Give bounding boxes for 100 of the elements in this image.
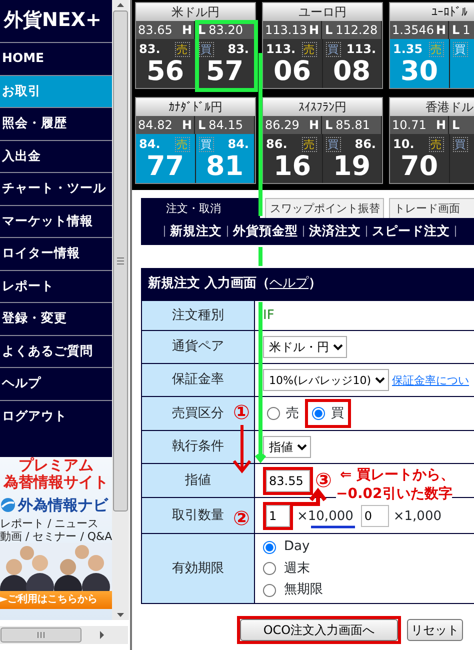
price-input[interactable]: 83.55: [266, 470, 310, 492]
form-button[interactable]: リセット: [407, 619, 463, 641]
high-label: H: [308, 117, 319, 134]
banner-text: 動画 / セミナー / Q&A: [0, 530, 112, 542]
radio-button[interactable]: [312, 407, 325, 420]
quantity-input[interactable]: 1: [266, 504, 290, 526]
buy-label: 買: [452, 42, 468, 56]
step-number: ①: [233, 402, 250, 422]
order-tab[interactable]: スワップポイント振替: [265, 198, 384, 218]
rate-tile[interactable]: ｽｲｽﾌﾗﾝ円 86.29 H L 85.81 86. 売 16 買 86. 19: [262, 97, 383, 184]
radio-button[interactable]: [267, 407, 280, 420]
price-prefix: 84.: [139, 136, 160, 153]
sell-label: 売: [428, 42, 444, 56]
low-rate: 84.15: [208, 117, 244, 134]
high-label: H: [308, 22, 319, 39]
order-menu-link[interactable]: 新規注文: [170, 222, 222, 241]
sell-label: 売: [174, 136, 190, 152]
sell-label: 売: [302, 136, 316, 152]
high-label: H: [182, 22, 192, 39]
price-pips: 77: [145, 152, 186, 182]
low-label: L: [325, 22, 333, 39]
menu-separator: ｜: [222, 223, 233, 240]
high-rate: 83.65: [138, 22, 172, 39]
price-prefix: 83.: [139, 41, 160, 58]
order-tab[interactable]: 注文・取消: [141, 198, 260, 218]
quantity-input[interactable]: 0: [361, 504, 390, 526]
high-rate: 10.71: [392, 117, 426, 134]
currency-pair-title: ﾕｰﾛﾄﾞﾙ: [390, 3, 474, 21]
help-link[interactable]: ヘルプ: [270, 276, 309, 291]
low-rate: 112.28: [336, 22, 378, 39]
currency-pair-title: ユーロ円: [263, 3, 382, 21]
annotation-arrow: [232, 425, 252, 474]
currency-pair-title: 米ドル円: [136, 3, 255, 21]
low-label: L: [452, 22, 460, 39]
field-label: 通貨ペア: [142, 330, 254, 364]
order-menu-link[interactable]: 決済注文: [309, 222, 361, 241]
highlight-frame: [195, 20, 258, 92]
buy-label: 買: [452, 136, 468, 152]
price-prefix: 83.: [228, 41, 249, 58]
price-pips: 81: [204, 152, 245, 182]
currency-pair-title: ｽｲｽﾌﾗﾝ円: [263, 98, 382, 116]
high-label: H: [182, 117, 192, 134]
price-prefix: 113.: [346, 41, 376, 58]
form-button[interactable]: OCO注文入力画面へ: [240, 619, 398, 641]
dropdown-field[interactable]: 米ドル・円: [263, 336, 347, 358]
rate-tile[interactable]: 香港ドル 10.71 H L 10. 売 70 買: [389, 97, 474, 184]
price-pips: 06: [272, 57, 312, 87]
buy-label: 買: [326, 42, 340, 56]
price-pips: 70: [399, 152, 440, 182]
radio-button[interactable]: [263, 540, 276, 554]
radio-label: Day: [284, 538, 310, 556]
price-prefix: 84.: [228, 136, 249, 153]
field-label: 指値: [142, 464, 254, 498]
globe-icon: [0, 497, 16, 514]
price-pips: 19: [332, 152, 372, 182]
low-rate: 83.20: [208, 22, 244, 39]
order-menu-link[interactable]: スピード注文: [372, 222, 450, 241]
radio-button[interactable]: [263, 584, 276, 596]
high-rate: 86.29: [265, 117, 300, 134]
step-number: ②: [233, 508, 250, 528]
banner-brand: 外為情報ナビ: [18, 495, 108, 516]
high-rate: 1.3546: [392, 22, 434, 39]
price-prefix: 10.: [393, 136, 414, 153]
price-pips: 08: [332, 57, 372, 87]
banner-headline: 為替情報サイト: [2, 474, 110, 491]
order-tab[interactable]: トレード画面: [389, 198, 474, 218]
low-label: L: [198, 22, 206, 39]
banner-ad[interactable]: プレミアム 為替情報サイト 外為情報ナビ レポート / ニュース 動画 / セミナー / Q&A ►ご利用はこちらから: [0, 457, 112, 620]
radio-button[interactable]: [263, 562, 276, 575]
unit-label: ×10,000: [297, 508, 354, 524]
buy-label: 買: [326, 136, 340, 152]
buy-quote-panel[interactable]: 買 113. 08: [322, 39, 382, 88]
order-menu-link[interactable]: 外貨預金型: [233, 222, 298, 241]
menu-separator: ｜: [298, 223, 309, 240]
rate-tile[interactable]: 米ドル円 83.65 H L 83.20 83. 売 56 買 83. 57: [135, 2, 256, 89]
rate-tile[interactable]: ユーロ円 113.13 H L 112.28 113. 売 06 買 113. 08: [262, 2, 383, 89]
site-logo[interactable]: 外貨NEX+: [0, 0, 112, 42]
dropdown-field[interactable]: 10%(レバレッジ10): [263, 369, 389, 391]
buy-quote-panel[interactable]: 買 86. 19: [322, 134, 382, 183]
field-label: 注文種別: [142, 300, 254, 330]
buy-label: 買: [198, 42, 214, 56]
dropdown-field[interactable]: 指値: [263, 436, 311, 458]
currency-pair-title: ｶﾅﾀﾞﾄﾞﾙ円: [136, 98, 255, 116]
price-pips: 16: [272, 152, 312, 182]
high-rate: 113.13: [265, 22, 307, 39]
field-label: 保証金率: [142, 364, 254, 396]
menu-separator: ｜: [361, 223, 372, 240]
menu-separator: ｜: [450, 223, 461, 240]
order-type-value: IF: [263, 308, 274, 323]
radio-label: 無期限: [284, 581, 323, 600]
high-label: H: [436, 22, 446, 39]
menu-separator: ｜: [159, 223, 170, 240]
price-pips: 57: [204, 57, 245, 87]
low-rate: 85.81: [336, 117, 370, 134]
form-title: ）: [308, 276, 322, 291]
sell-label: 売: [428, 136, 444, 152]
info-link[interactable]: 保証金率につい: [392, 374, 469, 386]
underline-mark: [311, 526, 355, 528]
step-number: ③: [315, 470, 332, 490]
high-label: H: [436, 117, 446, 134]
